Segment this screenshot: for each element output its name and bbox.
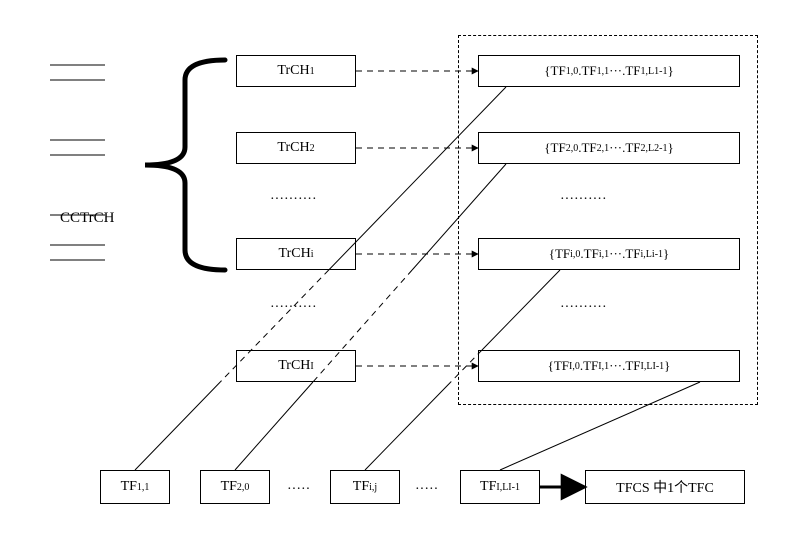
bottom-ellipsis-1: ····· <box>415 482 438 498</box>
bottom-ellipsis-0: ····· <box>287 482 310 498</box>
ellipsis-left-0: ·········· <box>270 192 317 208</box>
tfset-box-0: {TF1,0.TF1,1···.TF1,L1-1} <box>478 55 740 87</box>
tfset-box-2: {TFi,0.TFi,1···.TFi,Li-1} <box>478 238 740 270</box>
ellipsis-right-0: ·········· <box>560 192 607 208</box>
ellipsis-left-1: ·········· <box>270 300 317 316</box>
tfset-box-3: {TFI,0.TFI,1···.TFI,LI-1} <box>478 350 740 382</box>
trch-box-2: TrCHi <box>236 238 356 270</box>
cctrch-label: CCTrCH <box>60 210 114 227</box>
bottom-tf-2: TFi,j <box>330 470 400 504</box>
result-box: TFCS 中1个TFC <box>585 470 745 504</box>
trch-box-3: TrCHI <box>236 350 356 382</box>
bottom-tf-1: TF2,0 <box>200 470 270 504</box>
bottom-tf-3: TFI,LI-1 <box>460 470 540 504</box>
tfset-box-1: {TF2,0.TF2,1···.TF2,L2-1} <box>478 132 740 164</box>
trch-box-1: TrCH2 <box>236 132 356 164</box>
trch-box-0: TrCH1 <box>236 55 356 87</box>
ellipsis-right-1: ·········· <box>560 300 607 316</box>
bottom-tf-0: TF1,1 <box>100 470 170 504</box>
